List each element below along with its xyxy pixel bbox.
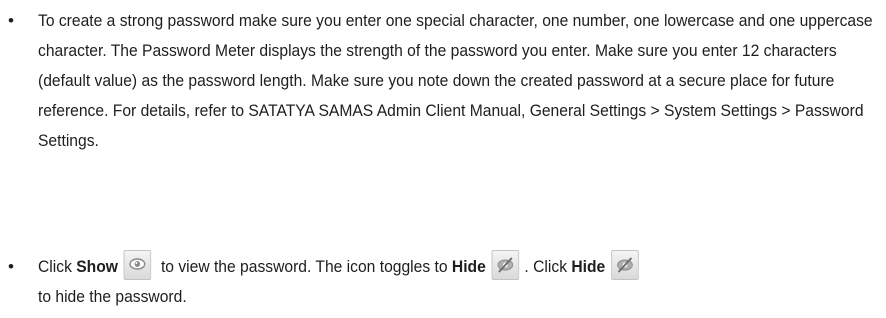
text-segment: . Click bbox=[524, 257, 572, 276]
hide-password-button[interactable] bbox=[610, 249, 639, 280]
eye-slash-icon bbox=[616, 256, 633, 273]
show-label: Show bbox=[76, 257, 118, 276]
hide-label: Hide bbox=[571, 257, 606, 276]
eye-icon bbox=[129, 257, 146, 270]
password-strength-paragraph: To create a strong password make sure yo… bbox=[38, 11, 873, 150]
show-password-button[interactable] bbox=[123, 249, 152, 280]
show-hide-paragraph: Click Show to view the password. The ico… bbox=[38, 249, 878, 312]
eye-slash-icon bbox=[497, 256, 513, 273]
text-segment: to view the password. The icon toggles t… bbox=[156, 257, 452, 276]
hide-label: Hide bbox=[451, 257, 486, 276]
text-segment: Click bbox=[38, 257, 77, 276]
bullet-marker: • bbox=[8, 11, 14, 30]
bullet-marker: • bbox=[8, 257, 14, 276]
hide-password-button[interactable] bbox=[491, 249, 519, 280]
text-segment: to hide the password. bbox=[38, 287, 187, 306]
